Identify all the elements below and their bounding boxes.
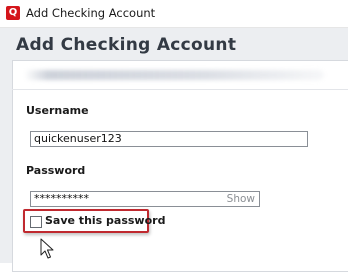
- show-password-button[interactable]: Show: [227, 192, 255, 206]
- redacted-text: [24, 70, 324, 80]
- password-label: Password: [26, 164, 86, 177]
- mouse-pointer-icon: [40, 238, 54, 259]
- quicken-logo-icon: Q: [6, 6, 20, 20]
- save-password-checkbox[interactable]: [30, 216, 42, 228]
- window-title: Add Checking Account: [26, 6, 156, 20]
- page-title: Add Checking Account: [16, 35, 237, 55]
- username-input[interactable]: quickenuser123: [30, 131, 308, 147]
- username-label: Username: [26, 104, 89, 117]
- save-password-label[interactable]: Save this password: [45, 214, 165, 227]
- username-value: quickenuser123: [34, 132, 122, 145]
- divider: [12, 89, 348, 90]
- title-bar: Q Add Checking Account: [0, 0, 348, 28]
- password-value: **********: [34, 192, 89, 205]
- password-input[interactable]: ********** Show: [30, 191, 260, 207]
